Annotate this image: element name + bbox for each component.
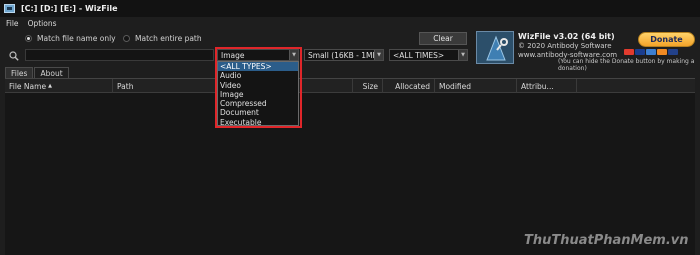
tab-files[interactable]: Files — [5, 67, 34, 78]
chevron-down-icon[interactable]: ▼ — [374, 50, 383, 60]
results-list[interactable]: File Name ▲ Path Size Allocated Modified… — [5, 78, 695, 255]
mastercard-icon — [624, 49, 634, 55]
payment-cards — [624, 49, 678, 55]
menu-options[interactable]: Options — [28, 19, 57, 28]
tab-about[interactable]: About — [34, 67, 69, 78]
column-file-name[interactable]: File Name ▲ — [5, 79, 113, 93]
donate-button[interactable]: Donate — [638, 32, 695, 47]
title-bar: [C:] [D:] [E:] - WizFile — [0, 0, 700, 17]
match-file-name-radio[interactable] — [25, 35, 32, 42]
visa-icon — [635, 49, 645, 55]
size-filter-value: Small (16KB - 1MB) — [308, 50, 381, 60]
match-entire-path-option[interactable]: Match entire path — [123, 34, 202, 43]
discover-icon — [657, 49, 667, 55]
size-filter-select[interactable]: Small (16KB - 1MB) ▼ — [304, 49, 384, 61]
time-filter-select[interactable]: <ALL TIMES> ▼ — [389, 49, 468, 61]
search-icon — [9, 51, 19, 61]
tab-bar: Files About — [5, 67, 69, 78]
app-name: WizFile v3.02 (64 bit) — [518, 32, 615, 41]
match-file-name-label: Match file name only — [37, 34, 116, 43]
wizard-icon — [486, 35, 508, 61]
column-allocated[interactable]: Allocated — [383, 79, 435, 93]
bank-icon — [668, 49, 678, 55]
menu-bar: File Options — [0, 17, 700, 29]
results-header: File Name ▲ Path Size Allocated Modified… — [5, 79, 695, 93]
copyright-text: © 2020 Antibody Software — [518, 42, 612, 50]
time-filter-value: <ALL TIMES> — [393, 50, 445, 60]
amex-icon — [646, 49, 656, 55]
match-entire-path-label: Match entire path — [135, 34, 202, 43]
column-size[interactable]: Size — [353, 79, 383, 93]
about-info: WizFile v3.02 (64 bit) © 2020 Antibody S… — [518, 32, 617, 59]
menu-file[interactable]: File — [6, 19, 19, 28]
app-icon — [4, 4, 15, 13]
chevron-down-icon[interactable]: ▼ — [458, 50, 467, 60]
match-file-name-option[interactable]: Match file name only — [25, 34, 116, 43]
window-title: [C:] [D:] [E:] - WizFile — [21, 4, 118, 13]
sort-up-icon: ▲ — [48, 83, 52, 89]
donate-note: (You can hide the Donate button by makin… — [558, 58, 695, 72]
column-file-name-label: File Name — [9, 81, 47, 91]
column-modified[interactable]: Modified — [435, 79, 517, 93]
match-entire-path-radio[interactable] — [123, 35, 130, 42]
search-input[interactable] — [25, 49, 214, 61]
wizfile-logo — [476, 31, 514, 64]
watermark: ThuThuatPhanMem.vn — [524, 233, 689, 248]
column-attributes[interactable]: Attribu... — [517, 79, 577, 93]
annotation-highlight — [215, 47, 302, 128]
clear-button[interactable]: Clear — [419, 32, 467, 45]
